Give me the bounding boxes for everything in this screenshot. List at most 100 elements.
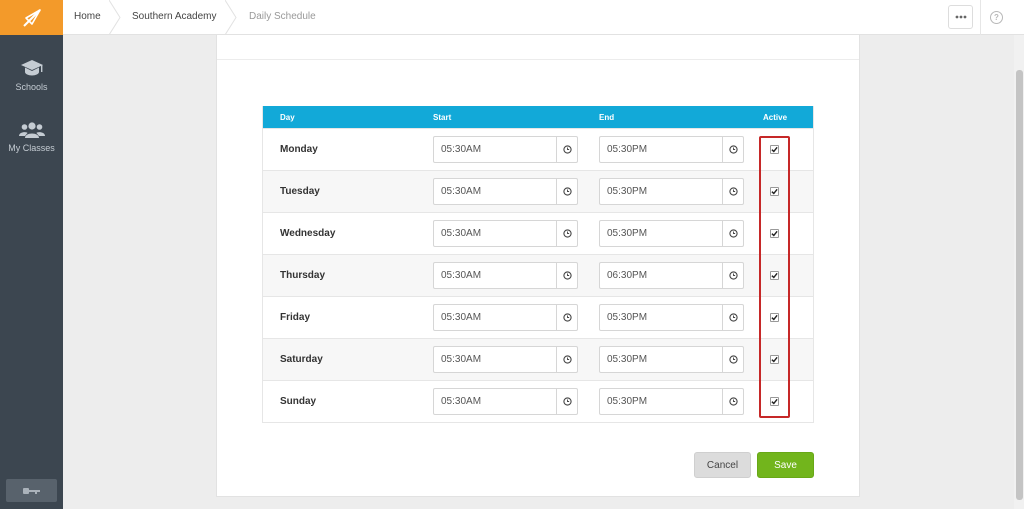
breadcrumb-separator-icon (109, 0, 121, 35)
start-time-picker-button[interactable] (556, 305, 577, 330)
clock-icon (728, 271, 738, 280)
end-time-picker-button[interactable] (722, 347, 743, 372)
end-time-input[interactable]: 06:30PM (599, 262, 744, 289)
app-logo[interactable] (0, 0, 63, 35)
save-button[interactable]: Save (757, 452, 814, 478)
day-name: Tuesday (280, 186, 320, 197)
clock-icon (562, 187, 572, 196)
end-time-value: 06:30PM (607, 270, 648, 281)
start-time-picker-button[interactable] (556, 263, 577, 288)
clock-icon (728, 145, 738, 154)
day-name: Friday (280, 312, 311, 323)
start-time-value: 05:30AM (441, 270, 482, 281)
clock-icon (562, 229, 572, 238)
column-header-end: End (599, 113, 615, 122)
card-header-divider (217, 59, 859, 60)
end-time-picker-button[interactable] (722, 137, 743, 162)
active-column-highlight (759, 136, 790, 418)
day-name: Monday (280, 144, 318, 155)
key-icon (22, 487, 40, 494)
clock-icon (562, 397, 572, 406)
start-time-input[interactable]: 05:30AM (433, 346, 578, 373)
end-time-picker-button[interactable] (722, 221, 743, 246)
start-time-value: 05:30AM (441, 144, 482, 155)
day-name: Thursday (280, 270, 326, 281)
clock-icon (728, 355, 738, 364)
breadcrumb-separator-icon (225, 0, 237, 35)
breadcrumb-current: Daily Schedule (249, 11, 316, 22)
help-icon[interactable]: ? (990, 11, 1003, 24)
table-row: Thursday 05:30AM 06:30PM (263, 254, 813, 296)
end-time-picker-button[interactable] (722, 263, 743, 288)
compass-logo-icon (22, 8, 41, 27)
clock-icon (562, 271, 572, 280)
start-time-picker-button[interactable] (556, 389, 577, 414)
schedule-table: Day Start End Active Monday 05:30AM 05:30P… (262, 106, 814, 423)
sidebar: Schools My Classes (0, 0, 63, 509)
start-time-picker-button[interactable] (556, 179, 577, 204)
clock-icon (728, 397, 738, 406)
end-time-value: 05:30PM (607, 312, 648, 323)
table-row: Friday 05:30AM 05:30PM (263, 296, 813, 338)
end-time-input[interactable]: 05:30PM (599, 136, 744, 163)
day-name: Sunday (280, 396, 317, 407)
start-time-picker-button[interactable] (556, 347, 577, 372)
start-time-value: 05:30AM (441, 396, 482, 407)
graduation-cap-icon (20, 60, 43, 76)
start-time-input[interactable]: 05:30AM (433, 304, 578, 331)
column-header-day: Day (280, 113, 295, 122)
end-time-value: 05:30PM (607, 228, 648, 239)
table-row: Wednesday 05:30AM 05:30PM (263, 212, 813, 254)
end-time-input[interactable]: 05:30PM (599, 346, 744, 373)
table-row: Monday 05:30AM 05:30PM (263, 128, 813, 170)
end-time-picker-button[interactable] (722, 389, 743, 414)
topbar-divider (980, 0, 981, 35)
clock-icon (728, 187, 738, 196)
day-name: Saturday (280, 354, 323, 365)
start-time-input[interactable]: 05:30AM (433, 178, 578, 205)
end-time-picker-button[interactable] (722, 179, 743, 204)
end-time-input[interactable]: 05:30PM (599, 220, 744, 247)
start-time-input[interactable]: 05:30AM (433, 388, 578, 415)
end-time-picker-button[interactable] (722, 305, 743, 330)
table-row: Tuesday 05:30AM 05:30PM (263, 170, 813, 212)
clock-icon (562, 145, 572, 154)
table-row: Saturday 05:30AM 05:30PM (263, 338, 813, 380)
sidebar-item-my-classes[interactable]: My Classes (0, 121, 63, 153)
clock-icon (562, 355, 572, 364)
start-time-value: 05:30AM (441, 228, 482, 239)
cancel-button[interactable]: Cancel (694, 452, 751, 478)
start-time-value: 05:30AM (441, 354, 482, 365)
clock-icon (728, 229, 738, 238)
ellipsis-icon (955, 15, 966, 19)
end-time-input[interactable]: 05:30PM (599, 178, 744, 205)
end-time-input[interactable]: 05:30PM (599, 304, 744, 331)
clock-icon (562, 313, 572, 322)
end-time-value: 05:30PM (607, 144, 648, 155)
column-header-active: Active (763, 113, 788, 122)
sidebar-item-schools[interactable]: Schools (0, 58, 63, 92)
sidebar-item-label: My Classes (8, 143, 55, 153)
start-time-value: 05:30AM (441, 186, 482, 197)
start-time-value: 05:30AM (441, 312, 482, 323)
end-time-value: 05:30PM (607, 396, 648, 407)
end-time-value: 05:30PM (607, 354, 648, 365)
day-name: Wednesday (280, 228, 336, 239)
more-options-button[interactable] (948, 5, 973, 29)
start-time-input[interactable]: 05:30AM (433, 262, 578, 289)
scrollbar-thumb[interactable] (1016, 70, 1023, 500)
table-header: Day Start End Active (263, 106, 813, 128)
breadcrumb-school[interactable]: Southern Academy (132, 0, 217, 35)
clock-icon (728, 313, 738, 322)
sidebar-toggle-button[interactable] (6, 479, 57, 502)
breadcrumb-home[interactable]: Home (74, 0, 101, 35)
start-time-picker-button[interactable] (556, 221, 577, 246)
start-time-input[interactable]: 05:30AM (433, 220, 578, 247)
end-time-value: 05:30PM (607, 186, 648, 197)
start-time-input[interactable]: 05:30AM (433, 136, 578, 163)
column-header-start: Start (433, 113, 452, 122)
sidebar-item-label: Schools (15, 82, 48, 92)
end-time-input[interactable]: 05:30PM (599, 388, 744, 415)
table-row: Sunday 05:30AM 05:30PM (263, 380, 813, 422)
start-time-picker-button[interactable] (556, 137, 577, 162)
